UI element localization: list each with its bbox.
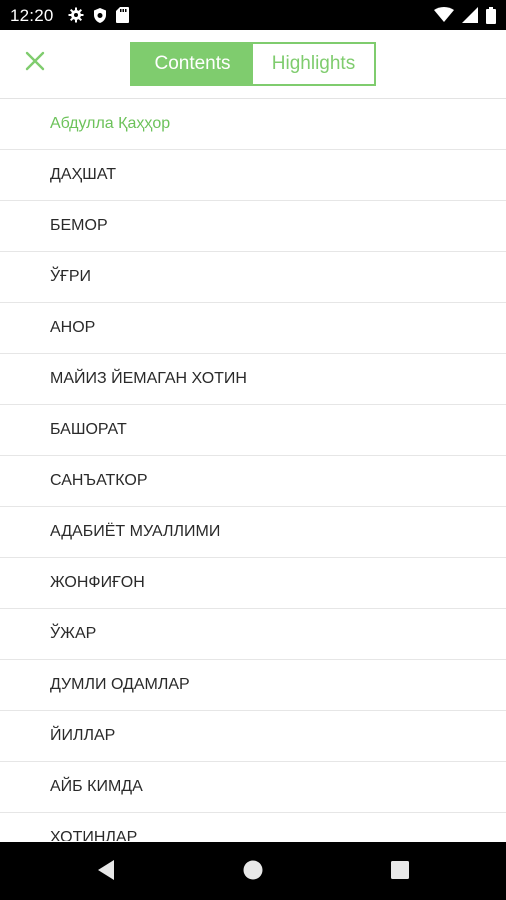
close-button[interactable]	[18, 46, 52, 80]
shield-icon	[92, 7, 108, 24]
wifi-icon	[434, 7, 454, 23]
toc-item-label: ЎЖАР	[50, 625, 97, 642]
status-time: 12:20	[10, 6, 54, 25]
toc-item[interactable]: ЖОНФИҒОН	[0, 558, 506, 609]
battery-icon	[486, 6, 496, 24]
close-icon	[25, 51, 45, 76]
home-icon	[242, 859, 264, 886]
toc-item[interactable]: АЙБ КИМДА	[0, 762, 506, 813]
toc-item[interactable]: АДАБИЁТ МУАЛЛИМИ	[0, 507, 506, 558]
toc-item-label: МАЙИЗ ЙЕМАГАН ХОТИН	[50, 370, 247, 387]
toc-item-label: ХОТИНЛАР	[50, 829, 138, 841]
home-button[interactable]	[239, 858, 267, 886]
toc-item-label: АНОР	[50, 319, 96, 336]
back-button[interactable]	[92, 858, 120, 886]
recents-icon	[390, 860, 410, 885]
toc-item[interactable]: ХОТИНЛАР	[0, 813, 506, 841]
toc-item-label: АЙБ КИМДА	[50, 778, 143, 795]
toc-item-label: БАШОРАТ	[50, 421, 127, 438]
toc-item-label: БЕМОР	[50, 217, 108, 234]
tab-contents[interactable]: Contents	[132, 44, 253, 84]
toolbar: Contents Highlights	[0, 30, 506, 99]
tab-switcher: Contents Highlights	[130, 42, 376, 86]
gear-icon	[68, 7, 84, 23]
tab-highlights[interactable]: Highlights	[253, 44, 374, 84]
toc-item-label: ДУМЛИ ОДАМЛАР	[50, 676, 190, 693]
status-icons-right	[434, 6, 496, 24]
signal-icon	[462, 7, 478, 23]
toc-item[interactable]: БЕМОР	[0, 201, 506, 252]
toc-item-label: ЙИЛЛАР	[50, 727, 116, 744]
toc-item-label: САНЪАТКОР	[50, 472, 148, 489]
toc-item[interactable]: МАЙИЗ ЙЕМАГАН ХОТИН	[0, 354, 506, 405]
status-icons-left	[68, 6, 129, 24]
back-icon	[96, 859, 116, 886]
toc-item[interactable]: Абдулла Қаҳҳор	[0, 99, 506, 150]
toc-item-label: ЎҒРИ	[50, 268, 91, 285]
toc-item-label: ЖОНФИҒОН	[50, 574, 145, 591]
toc-item-label: ДАҲШАТ	[50, 166, 117, 183]
toc-item-label: Абдулла Қаҳҳор	[50, 115, 171, 132]
toc-item[interactable]: ДУМЛИ ОДАМЛАР	[0, 660, 506, 711]
tab-contents-label: Contents	[154, 53, 231, 74]
toc-item[interactable]: ЎЖАР	[0, 609, 506, 660]
toc-item[interactable]: САНЪАТКОР	[0, 456, 506, 507]
toc-item[interactable]: БАШОРАТ	[0, 405, 506, 456]
toc-item[interactable]: АНОР	[0, 303, 506, 354]
contents-list: Абдулла Қаҳҳор ДАҲШАТ БЕМОР ЎҒРИ АНОР МА…	[0, 99, 506, 841]
sd-card-icon	[116, 7, 129, 23]
toc-item-label: АДАБИЁТ МУАЛЛИМИ	[50, 523, 221, 540]
toc-item[interactable]: ЙИЛЛАР	[0, 711, 506, 762]
recents-button[interactable]	[386, 858, 414, 886]
toc-item[interactable]: ДАҲШАТ	[0, 150, 506, 201]
tab-highlights-label: Highlights	[271, 53, 356, 74]
system-nav-bar	[0, 842, 506, 900]
toc-item[interactable]: ЎҒРИ	[0, 252, 506, 303]
status-bar: 12:20	[0, 0, 506, 30]
